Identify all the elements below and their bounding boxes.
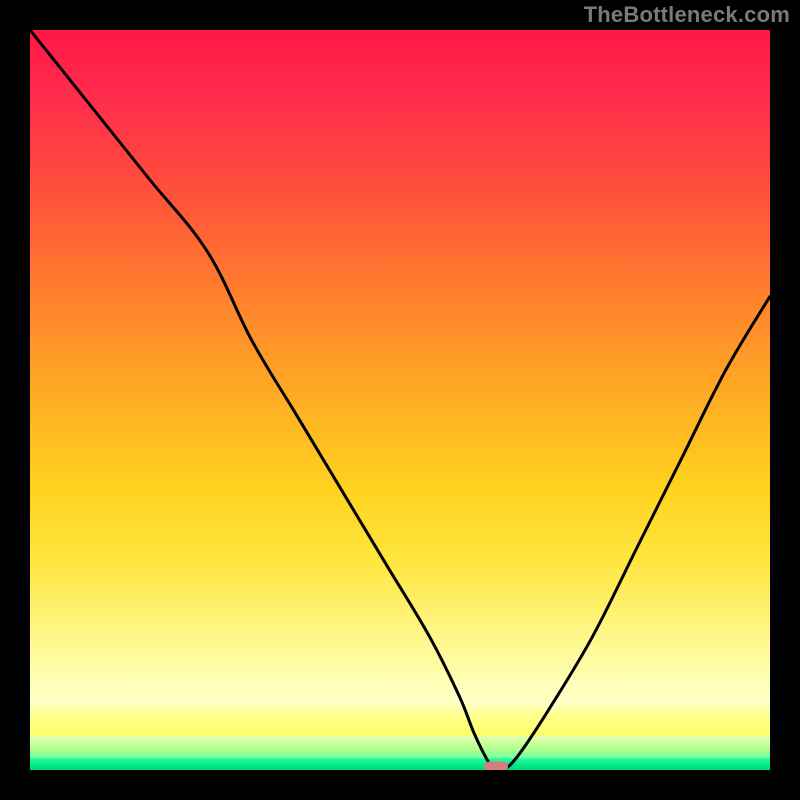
- curve-svg: [30, 30, 770, 770]
- chart-frame: TheBottleneck.com: [0, 0, 800, 800]
- optimal-marker: [484, 762, 508, 771]
- watermark-text: TheBottleneck.com: [584, 2, 790, 28]
- plot-area: [30, 30, 770, 770]
- bottleneck-curve: [30, 30, 770, 770]
